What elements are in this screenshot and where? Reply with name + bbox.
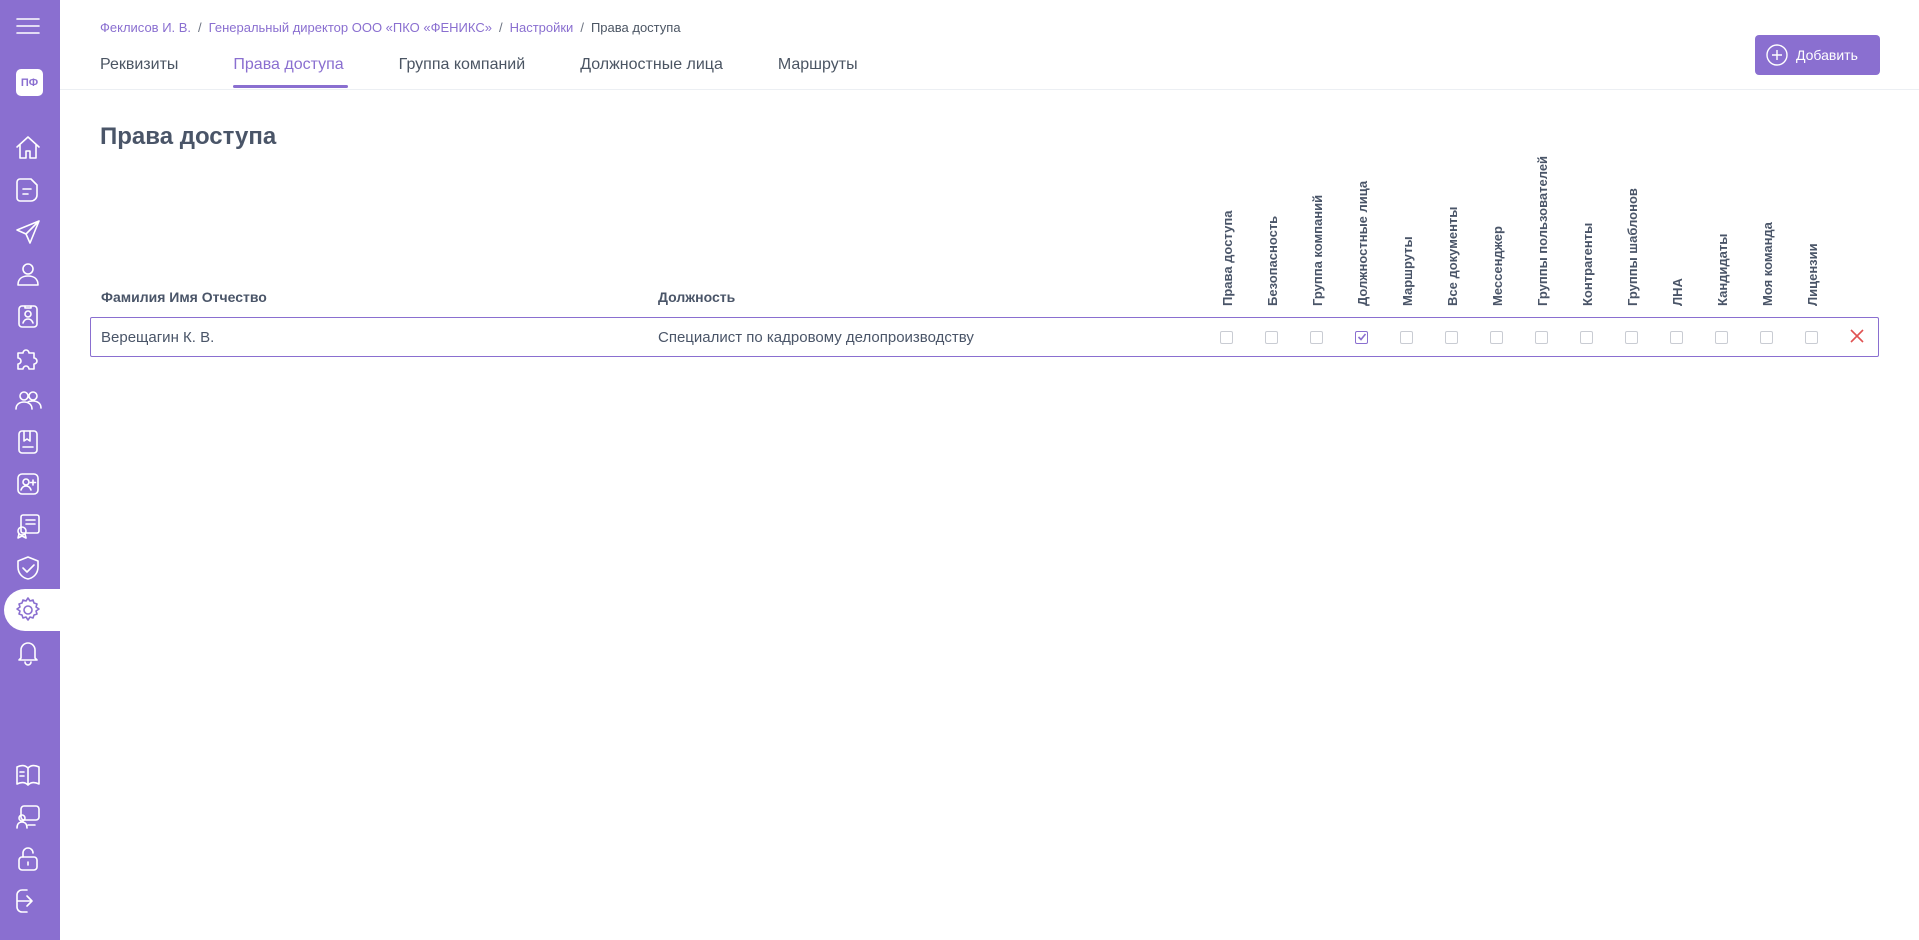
checkbox-security[interactable] [1265, 331, 1278, 344]
check-icon [1357, 333, 1367, 341]
column-header-company-group: Группа компаний [1310, 194, 1325, 306]
breadcrumb: Феклисов И. В. / Генеральный директор ООО … [100, 20, 681, 35]
breadcrumb-organization[interactable]: Генеральный директор ООО «ПКО «ФЕНИКС» [209, 20, 492, 35]
breadcrumb-current: Права доступа [590, 20, 681, 35]
send-icon[interactable] [12, 216, 44, 248]
column-header-my-team: Моя команда [1760, 222, 1775, 306]
column-header-routes: Маршруты [1400, 236, 1415, 306]
column-header-name: Фамилия Имя Отчество [101, 289, 267, 305]
tab-officials[interactable]: Должностные лица [580, 56, 723, 86]
users-icon[interactable] [12, 384, 44, 416]
column-header-access-rights: Права доступа [1220, 210, 1235, 306]
menu-icon[interactable] [12, 10, 44, 42]
column-header-licenses: Лицензии [1805, 243, 1820, 306]
avatar[interactable]: ПФ [16, 69, 43, 96]
open-book-icon[interactable] [12, 759, 44, 791]
checkbox-candidates[interactable] [1715, 331, 1728, 344]
tab-company-group[interactable]: Группа компаний [399, 56, 526, 86]
shield-check-icon[interactable] [12, 552, 44, 584]
logout-icon[interactable] [12, 885, 44, 917]
user-icon[interactable] [12, 258, 44, 290]
checkbox-access-rights[interactable] [1220, 331, 1233, 344]
breadcrumb-settings[interactable]: Настройки [510, 20, 574, 35]
unlock-icon[interactable] [12, 843, 44, 875]
column-header-all-documents: Все документы [1445, 206, 1460, 306]
breadcrumb-separator: / [580, 20, 584, 35]
home-icon[interactable] [12, 132, 44, 164]
column-header-messenger: Мессенджер [1490, 226, 1505, 306]
tab-access-rights[interactable]: Права доступа [233, 56, 348, 88]
column-header-counterparties: Контрагенты [1580, 222, 1595, 306]
bell-icon[interactable] [12, 636, 44, 668]
presentation-icon[interactable] [12, 801, 44, 833]
certificate-icon[interactable] [12, 510, 44, 542]
column-header-candidates: Кандидаты [1715, 233, 1730, 306]
breadcrumb-separator: / [198, 20, 202, 35]
sidebar: ПФ [0, 0, 60, 940]
breadcrumb-separator: / [498, 20, 503, 35]
checkbox-routes[interactable] [1400, 331, 1413, 344]
badge-icon[interactable] [12, 300, 44, 332]
delete-row-button[interactable] [1849, 328, 1865, 344]
tab-requisites[interactable]: Реквизиты [100, 56, 178, 86]
column-header-template-groups: Группы шаблонов [1625, 188, 1640, 306]
checkbox-all-documents[interactable] [1445, 331, 1458, 344]
gear-icon [12, 594, 44, 626]
table-row[interactable] [90, 317, 1879, 357]
row-employee-position: Специалист по кадровому делопроизводству [658, 329, 974, 346]
column-header-officials: Должностные лица [1355, 180, 1370, 306]
breadcrumb-user[interactable]: Феклисов И. В. [100, 20, 191, 35]
checkbox-counterparties[interactable] [1580, 331, 1593, 344]
checkbox-my-team[interactable] [1760, 331, 1773, 344]
book-icon[interactable] [12, 426, 44, 458]
document-icon[interactable] [12, 174, 44, 206]
page-title: Права доступа [100, 123, 277, 150]
sidebar-item-settings-active[interactable] [4, 589, 60, 631]
plus-circle-icon [1766, 44, 1788, 66]
checkbox-officials[interactable] [1355, 331, 1368, 344]
add-button[interactable]: Добавить [1755, 35, 1880, 75]
checkbox-company-group[interactable] [1310, 331, 1323, 344]
checkbox-messenger[interactable] [1490, 331, 1503, 344]
close-icon [1850, 329, 1864, 343]
checkbox-lna[interactable] [1670, 331, 1683, 344]
tab-routes[interactable]: Маршруты [778, 56, 858, 86]
tabs: Реквизиты Права доступа Группа компаний … [100, 56, 913, 88]
column-header-user-groups: Группы пользователей [1535, 155, 1550, 306]
column-header-position: Должность [658, 289, 736, 305]
checkbox-template-groups[interactable] [1625, 331, 1638, 344]
column-header-lna: ЛНА [1670, 278, 1685, 306]
checkbox-user-groups[interactable] [1535, 331, 1548, 344]
checkbox-licenses[interactable] [1805, 331, 1818, 344]
header-divider [60, 89, 1919, 90]
add-user-card-icon[interactable] [12, 468, 44, 500]
row-employee-name: Верещагин К. В. [101, 329, 215, 346]
add-button-label: Добавить [1796, 47, 1858, 63]
puzzle-icon[interactable] [12, 342, 44, 374]
column-header-security: Безопасность [1265, 215, 1280, 306]
